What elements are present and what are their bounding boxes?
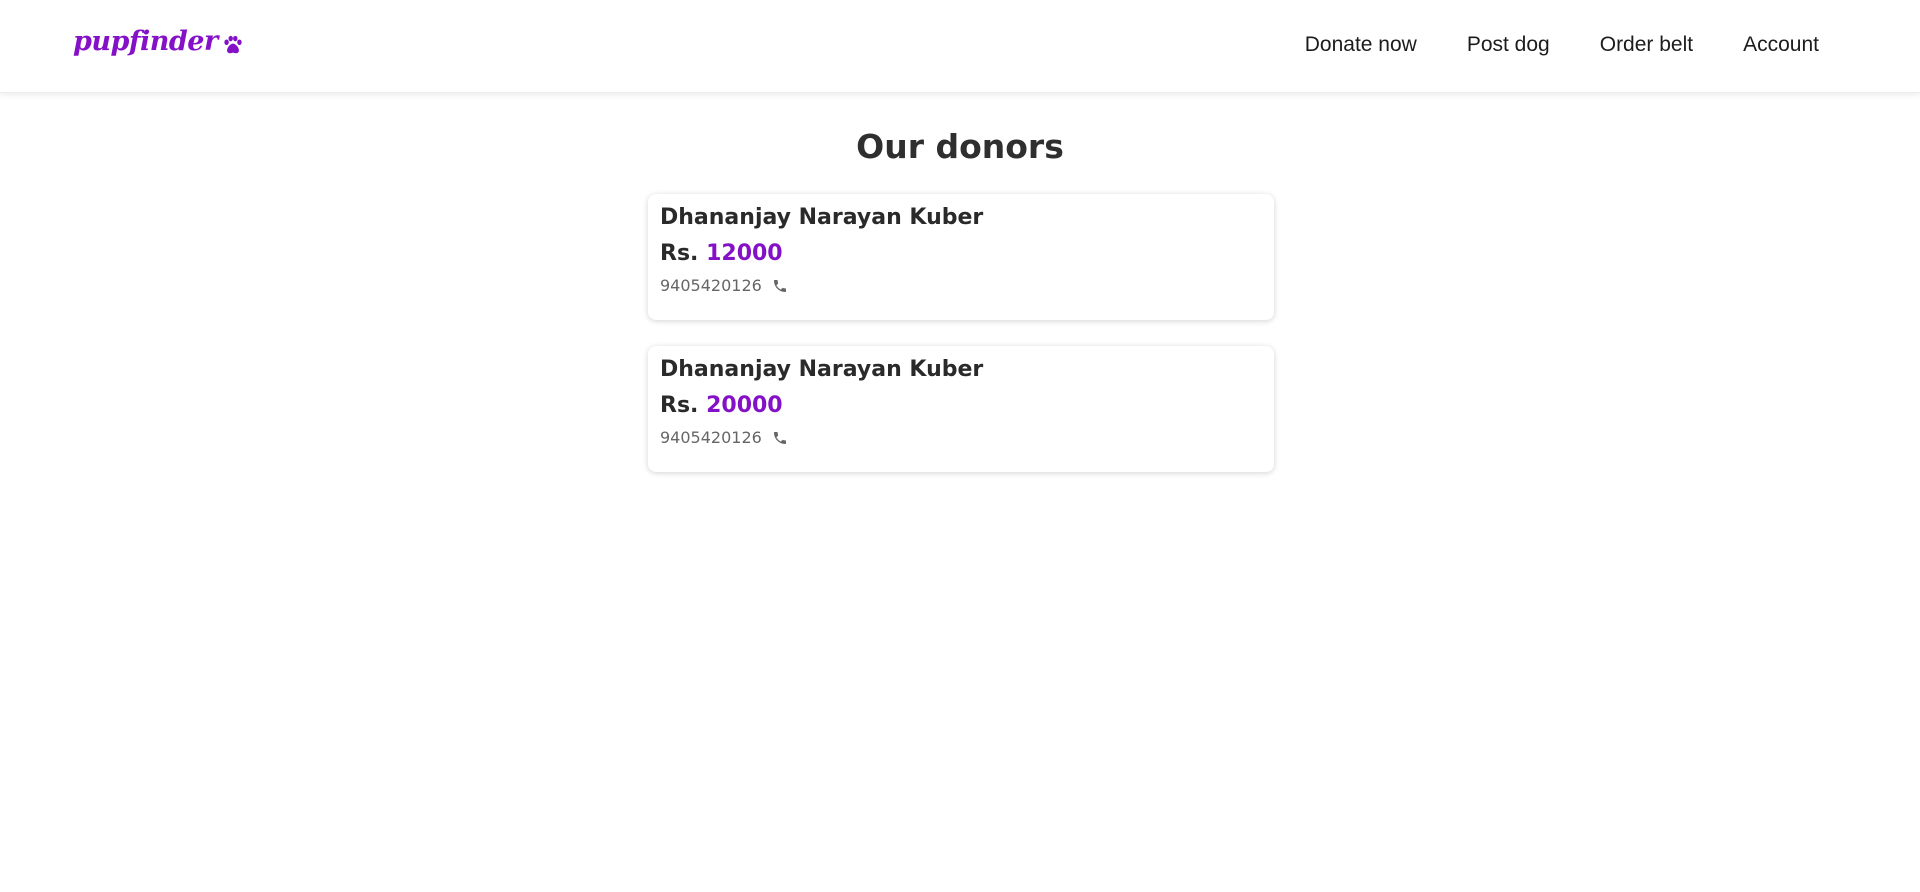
nav-post-dog[interactable]: Post dog	[1467, 33, 1550, 57]
donor-card: Dhananjay Narayan Kuber Rs. 12000 940542…	[648, 194, 1274, 320]
donor-amount: Rs. 20000	[660, 392, 1262, 420]
donor-list: Dhananjay Narayan Kuber Rs. 12000 940542…	[648, 194, 1274, 498]
nav-account[interactable]: Account	[1743, 33, 1819, 57]
navbar: pupfinder Donate now Post dog Order belt…	[0, 0, 1920, 93]
nav-donate-now[interactable]: Donate now	[1305, 33, 1417, 57]
phone-icon[interactable]	[772, 278, 788, 294]
donor-name: Dhananjay Narayan Kuber	[660, 205, 984, 230]
page-title: Our donors	[856, 127, 1064, 166]
donor-name: Dhananjay Narayan Kuber	[660, 357, 984, 382]
brand-logo[interactable]: pupfinder	[73, 26, 244, 57]
amount-value: 12000	[706, 241, 783, 266]
phone-number: 9405420126	[660, 276, 762, 295]
donor-amount: Rs. 12000	[660, 240, 1262, 268]
nav-order-belt[interactable]: Order belt	[1600, 33, 1693, 57]
phone-icon[interactable]	[772, 430, 788, 446]
donor-card: Dhananjay Narayan Kuber Rs. 20000 940542…	[648, 346, 1274, 472]
donor-phone: 9405420126	[660, 428, 1262, 448]
paw-icon	[222, 34, 244, 56]
donor-phone: 9405420126	[660, 276, 1262, 296]
amount-value: 20000	[706, 393, 783, 418]
main-nav: Donate now Post dog Order belt Account	[1305, 33, 1819, 57]
phone-number: 9405420126	[660, 428, 762, 447]
currency-label: Rs.	[660, 241, 699, 266]
brand-name: pupfinder	[73, 26, 218, 57]
currency-label: Rs.	[660, 393, 699, 418]
